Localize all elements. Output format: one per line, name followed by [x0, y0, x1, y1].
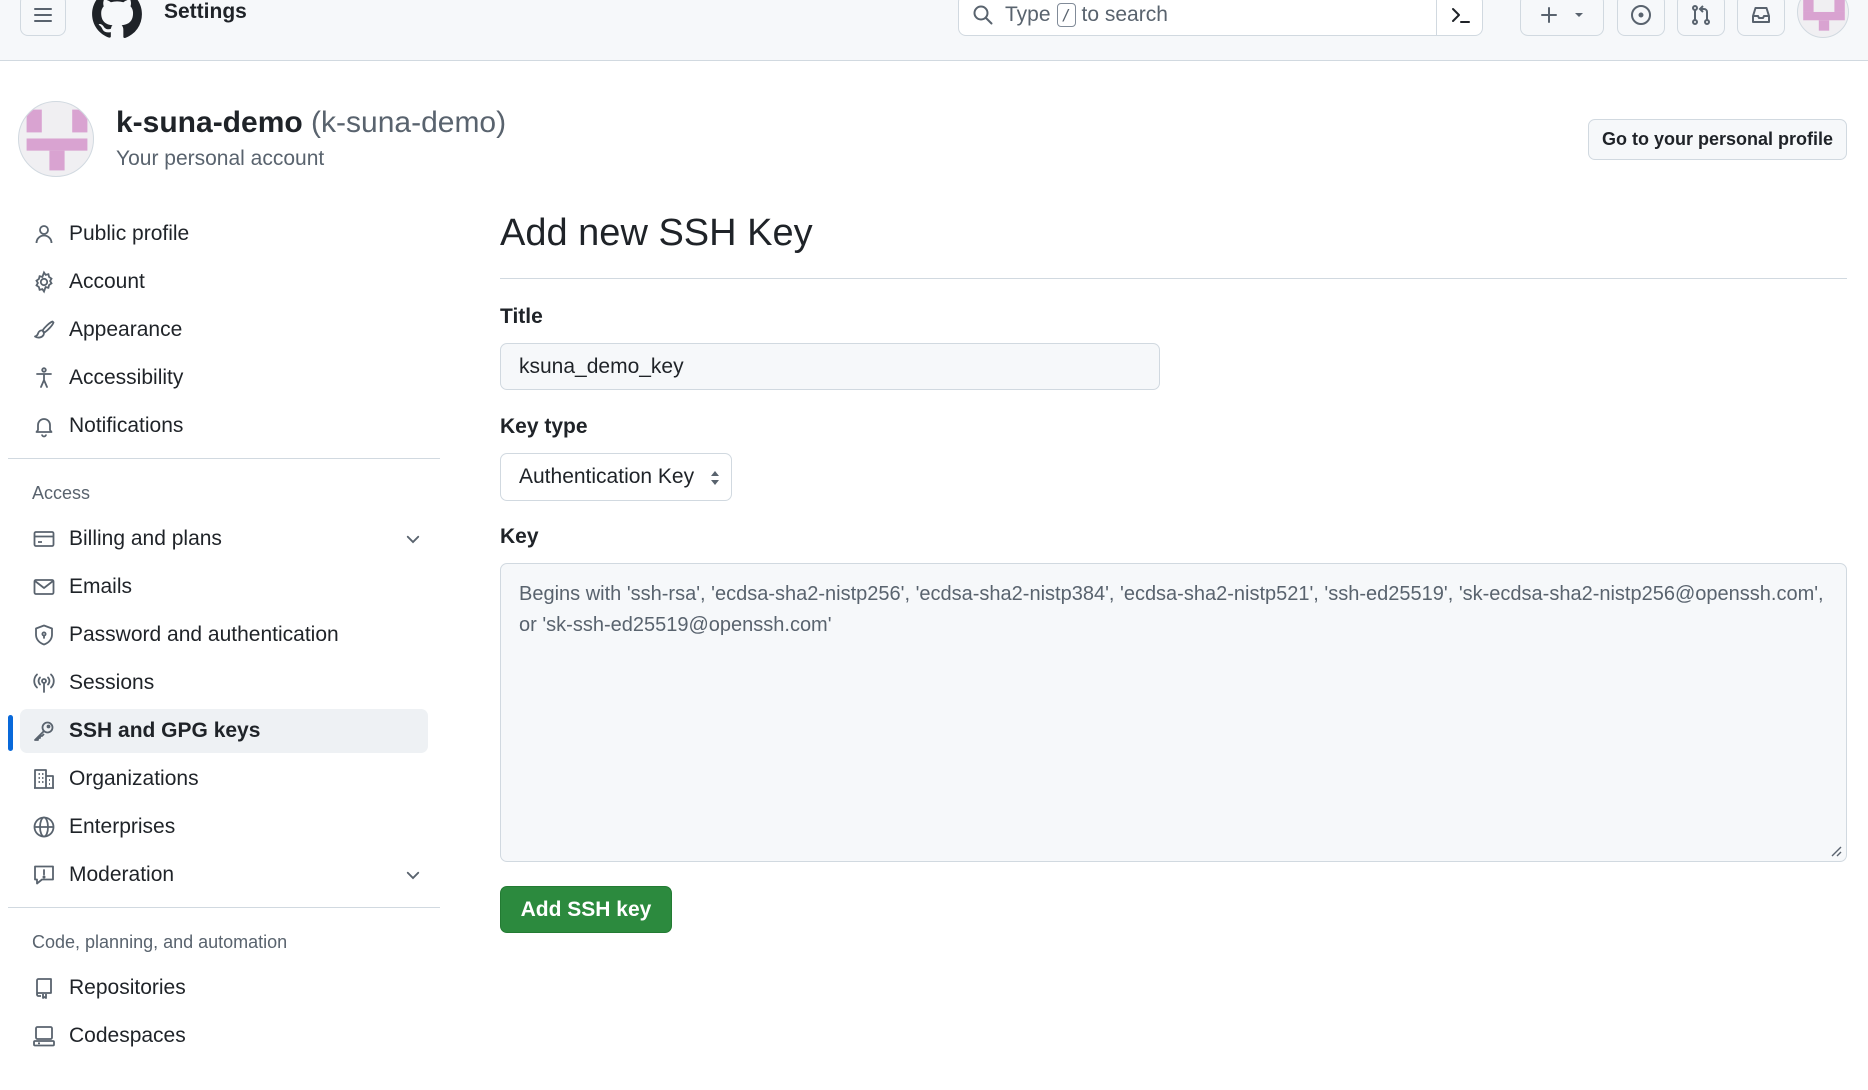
sidebar-item-label: Public profile — [69, 222, 190, 245]
identicon-icon — [1803, 0, 1845, 31]
bell-icon — [35, 418, 53, 438]
sidebar-item-codespaces[interactable]: Codespaces — [20, 1014, 428, 1058]
sidebar-item-label: Account — [69, 270, 145, 293]
sidebar-item-label: Codespaces — [69, 1024, 186, 1047]
user-avatar-menu[interactable] — [1797, 0, 1849, 38]
select-arrows-icon — [711, 471, 719, 485]
key-textarea[interactable]: Begins with 'ssh-rsa', 'ecdsa-sha2-nistp… — [500, 563, 1847, 862]
sidebar-item-label: SSH and GPG keys — [69, 719, 261, 742]
key-type-value: Authentication Key — [519, 465, 695, 488]
search-divider — [1436, 0, 1437, 35]
key-type-select[interactable]: Authentication Key — [500, 453, 732, 501]
context-title[interactable]: Settings — [164, 0, 247, 24]
selected-indicator — [8, 715, 13, 751]
search-placeholder: Type / to search — [1005, 3, 1168, 27]
inbox-icon — [1752, 7, 1770, 23]
key-label: Key — [500, 525, 539, 548]
github-logo-icon[interactable] — [91, 0, 143, 40]
inbox-button[interactable] — [1737, 0, 1785, 36]
settings-sidebar: Public profile Account Appearance Access… — [8, 212, 440, 1062]
search-shortcut-key: / — [1056, 3, 1076, 27]
global-header: Settings Type / to search — [0, 0, 1868, 61]
sidebar-item-label: Moderation — [69, 863, 175, 886]
sidebar-heading-code: Code, planning, and automation — [32, 931, 288, 952]
gear-icon — [35, 270, 53, 294]
hamburger-icon — [34, 8, 52, 22]
sidebar-item-label: Repositories — [69, 976, 186, 999]
sidebar-item-public-profile[interactable]: Public profile — [20, 212, 428, 256]
search-icon — [973, 5, 993, 25]
search-placeholder-after: to search — [1081, 3, 1168, 26]
account-login: (k-suna-demo) — [311, 106, 507, 139]
chevron-down-icon — [406, 535, 420, 544]
pull-requests-button[interactable] — [1677, 0, 1725, 36]
sidebar-item-accessibility[interactable]: Accessibility — [20, 356, 428, 400]
credit-card-icon — [33, 531, 55, 547]
sidebar-item-billing[interactable]: Billing and plans — [20, 517, 428, 561]
page-title: Add new SSH Key — [500, 212, 813, 254]
key-type-label: Key type — [500, 415, 588, 438]
sidebar-item-sessions[interactable]: Sessions — [20, 661, 428, 705]
repo-icon — [36, 978, 52, 999]
issue-opened-icon — [1631, 5, 1651, 25]
title-label: Title — [500, 305, 543, 328]
chevron-down-icon — [406, 871, 420, 880]
person-icon — [35, 225, 53, 244]
title-input[interactable]: ksuna_demo_key — [500, 343, 1160, 390]
ssh-key-form: Add new SSH Key Title ksuna_demo_key Key… — [500, 212, 1847, 933]
create-new-button[interactable] — [1520, 0, 1604, 36]
identicon-icon — [26, 109, 88, 171]
search-placeholder-before: Type — [1005, 3, 1051, 26]
account-name: k-suna-demo (k-suna-demo) — [116, 106, 506, 140]
broadcast-icon — [33, 673, 55, 693]
sidebar-item-label: Billing and plans — [69, 527, 222, 550]
sidebar-item-label: Organizations — [69, 767, 199, 790]
sidebar-item-label: Enterprises — [69, 815, 176, 838]
sidebar-item-label: Notifications — [69, 414, 184, 437]
sidebar-item-organizations[interactable]: Organizations — [20, 757, 428, 801]
sidebar-item-appearance[interactable]: Appearance — [20, 308, 428, 352]
sidebar-heading-access: Access — [32, 482, 91, 503]
sidebar-item-moderation[interactable]: Moderation — [20, 853, 428, 897]
git-pull-request-icon — [1692, 5, 1710, 25]
sidebar-item-notifications[interactable]: Notifications — [20, 404, 428, 448]
title-divider — [500, 278, 1847, 279]
sidebar-item-enterprises[interactable]: Enterprises — [20, 805, 428, 849]
sidebar-item-label: Appearance — [69, 318, 183, 341]
sidebar-item-label: Password and authentication — [69, 623, 339, 646]
sidebar-item-label: Sessions — [69, 671, 155, 694]
plus-icon — [1541, 7, 1557, 23]
key-icon — [34, 721, 54, 741]
globe-icon — [33, 816, 55, 838]
sidebar-item-account[interactable]: Account — [20, 260, 428, 304]
sidebar-divider — [8, 907, 440, 908]
command-palette-icon[interactable] — [1449, 3, 1473, 27]
organization-icon — [34, 769, 54, 789]
triangle-down-icon — [1575, 13, 1583, 17]
sidebar-item-label: Emails — [69, 575, 133, 598]
mail-icon — [33, 579, 55, 595]
report-icon — [34, 865, 54, 885]
search-input[interactable]: Type / to search — [958, 0, 1483, 36]
account-subtitle: Your personal account — [116, 147, 325, 170]
shield-lock-icon — [35, 624, 53, 646]
accessibility-icon — [36, 367, 52, 388]
account-avatar — [18, 101, 94, 177]
go-to-profile-button[interactable]: Go to your personal profile — [1588, 119, 1847, 160]
account-display-name: k-suna-demo — [116, 106, 303, 139]
menu-button[interactable] — [20, 0, 66, 36]
paintbrush-icon — [34, 320, 55, 339]
key-textarea-placeholder: Begins with 'ssh-rsa', 'ecdsa-sha2-nistp… — [519, 583, 1824, 636]
sidebar-item-repositories[interactable]: Repositories — [20, 966, 428, 1010]
codespaces-icon — [33, 1026, 55, 1047]
sidebar-item-ssh-gpg-keys[interactable]: SSH and GPG keys — [8, 709, 428, 753]
issues-button[interactable] — [1617, 0, 1665, 36]
add-ssh-key-button[interactable]: Add SSH key — [500, 886, 672, 933]
resize-grip-icon[interactable] — [1828, 843, 1842, 857]
sidebar-divider — [8, 458, 440, 459]
sidebar-item-password-authentication[interactable]: Password and authentication — [20, 613, 428, 657]
sidebar-item-label: Accessibility — [69, 366, 184, 389]
sidebar-item-emails[interactable]: Emails — [20, 565, 428, 609]
